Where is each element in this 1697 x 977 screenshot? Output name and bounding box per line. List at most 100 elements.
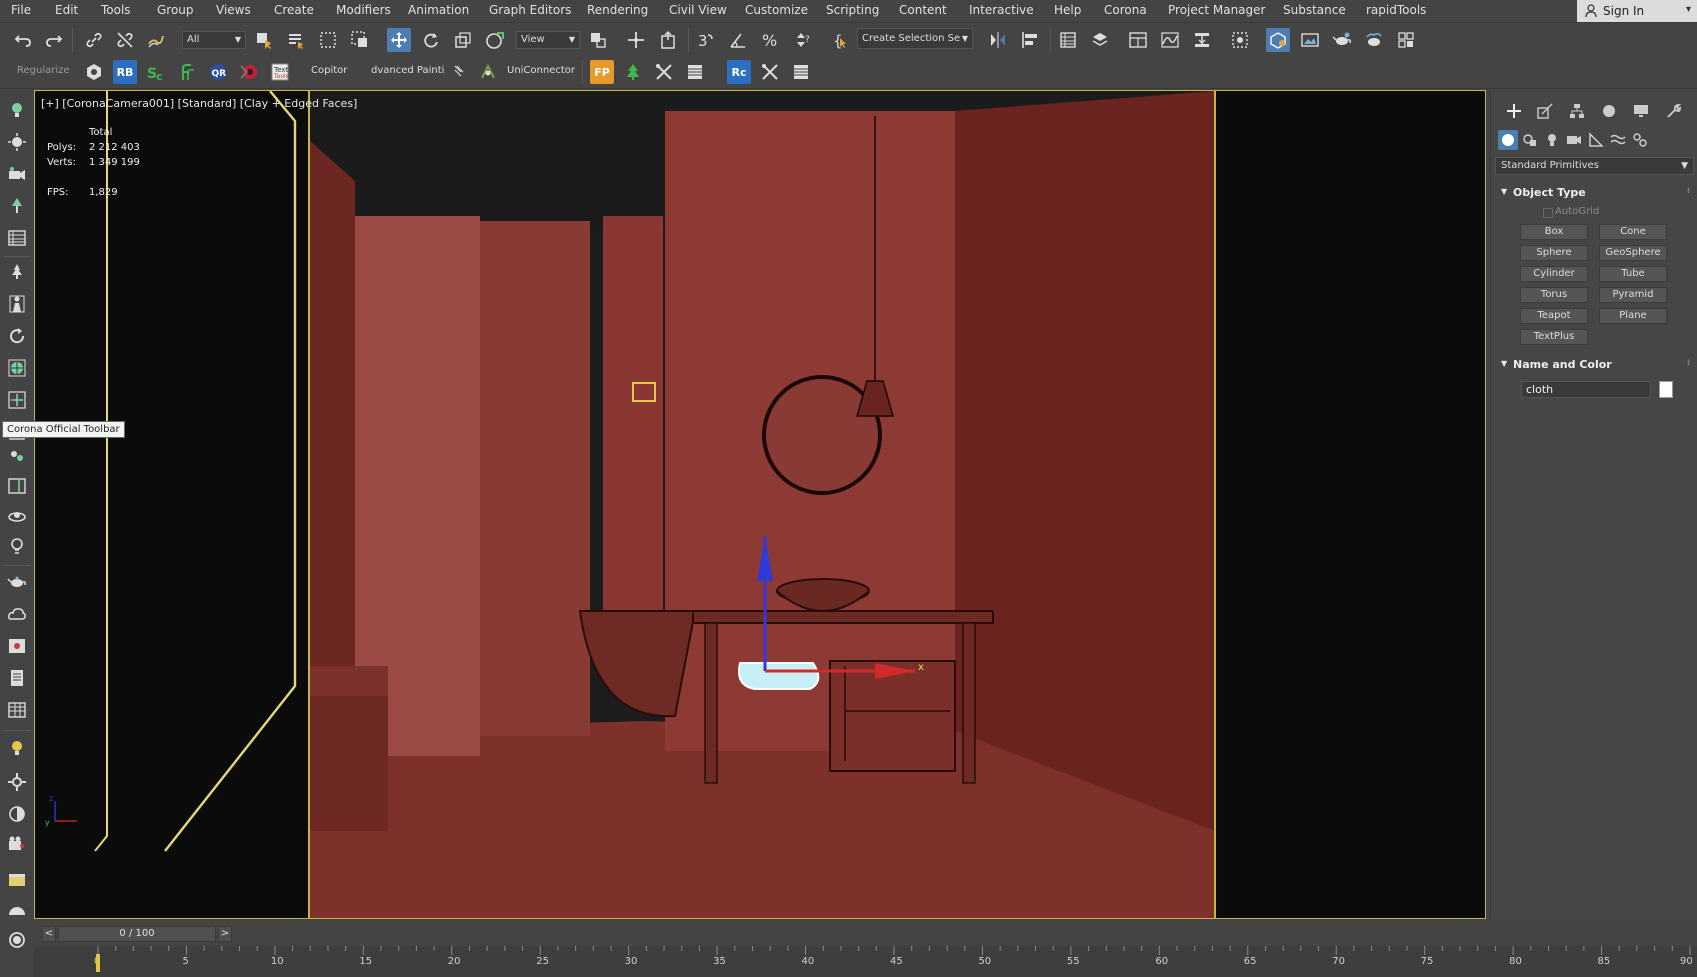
text-tools-button[interactable]: Text Tools (268, 60, 292, 84)
window-crossing-button[interactable] (348, 28, 372, 52)
utilities-tab[interactable] (1662, 100, 1684, 122)
box-button[interactable]: Box (1520, 224, 1588, 240)
frame-window-button[interactable] (5, 868, 29, 892)
reference-coordinate-dropdown[interactable]: View ▼ (516, 31, 580, 49)
light-lister-button[interactable] (5, 98, 29, 122)
name-and-color-rollout[interactable]: ▼ Name and Color ⁞ (1495, 356, 1694, 374)
pyramid-button[interactable]: Pyramid (1599, 287, 1667, 303)
teapot-button[interactable]: Teapot (1520, 308, 1588, 324)
group-tool-button[interactable] (5, 444, 29, 468)
cylinder-button[interactable]: Cylinder (1520, 266, 1588, 282)
sun-button[interactable] (5, 130, 29, 154)
scatter-button[interactable] (5, 194, 29, 218)
menu-corona[interactable]: Corona (1104, 3, 1147, 17)
systems-category[interactable] (1630, 130, 1650, 150)
floor-generator-button[interactable] (175, 60, 199, 84)
globe-tool-button[interactable] (5, 356, 29, 380)
cone-button[interactable]: Cone (1599, 224, 1667, 240)
menu-animation[interactable]: Animation (408, 3, 469, 17)
unlink-button[interactable] (113, 28, 137, 52)
light-tool-button[interactable] (5, 534, 29, 558)
orbit-button[interactable] (5, 504, 29, 528)
geosphere-button[interactable]: GeoSphere (1599, 245, 1667, 261)
percent-snap-button[interactable]: % (758, 28, 782, 52)
camera-viewport[interactable]: x z y [+] [CoronaCamera001] [Standard] [… (34, 90, 1486, 919)
menu-create[interactable]: Create (274, 3, 314, 17)
angle-snap-button[interactable] (726, 28, 750, 52)
viewport-layout-button[interactable] (5, 474, 29, 498)
toggle-ribbon-button[interactable] (1126, 28, 1150, 52)
shapes-category[interactable] (1520, 130, 1540, 150)
uniconnector-label[interactable]: UniConnector (507, 65, 575, 76)
place-button[interactable] (483, 28, 507, 52)
object-color-swatch[interactable] (1659, 381, 1673, 398)
menu-views[interactable]: Views (216, 3, 251, 17)
uniconnector-button[interactable] (476, 60, 500, 84)
rb-button[interactable]: RB (113, 60, 137, 84)
tube-button[interactable]: Tube (1599, 266, 1667, 282)
notes-button[interactable] (5, 666, 29, 690)
sign-in-button[interactable]: Sign In ▾ (1577, 0, 1697, 22)
corona-converter-button[interactable] (82, 60, 106, 84)
previous-frame-button[interactable]: < (42, 926, 56, 942)
forest-pack-button[interactable] (621, 60, 645, 84)
menu-interactive[interactable]: Interactive (969, 3, 1034, 17)
snaps-toggle-button[interactable]: 3 (694, 28, 718, 52)
menu-content[interactable]: Content (899, 3, 947, 17)
select-by-name-button[interactable] (284, 28, 308, 52)
menu-civil-view[interactable]: Civil View (669, 3, 727, 17)
camera-button[interactable] (5, 162, 29, 186)
object-type-rollout[interactable]: ▼ Object Type ⁞ (1495, 184, 1694, 202)
geometry-category[interactable] (1498, 130, 1518, 150)
list-tool-button[interactable] (683, 60, 707, 84)
redo-button[interactable] (42, 28, 66, 52)
menu-substance[interactable]: Substance (1283, 3, 1346, 17)
contrast-button[interactable] (5, 802, 29, 826)
menu-modifiers[interactable]: Modifiers (336, 3, 391, 17)
menu-edit[interactable]: Edit (55, 3, 78, 17)
sphere-button[interactable]: Sphere (1520, 245, 1588, 261)
corona-toolbar-button[interactable] (237, 60, 261, 84)
rendered-frame-window-button[interactable] (1298, 28, 1322, 52)
select-and-scale-button[interactable] (451, 28, 475, 52)
spreadsheet-button[interactable] (5, 698, 29, 722)
layer-manager-button[interactable] (5, 226, 29, 250)
regularize-label[interactable]: Regularize (17, 65, 70, 76)
hierarchy-tab[interactable] (1566, 100, 1588, 122)
menu-group[interactable]: Group (157, 3, 194, 17)
time-slider[interactable]: 0 / 100 (58, 926, 216, 942)
menu-scripting[interactable]: Scripting (826, 3, 879, 17)
refresh-tool-button[interactable] (5, 324, 29, 348)
keyboard-shortcut-toggle-button[interactable] (656, 28, 680, 52)
display-tab[interactable] (1630, 100, 1652, 122)
spinner-snap-button[interactable]: ? (790, 28, 814, 52)
figure-button[interactable] (5, 292, 29, 316)
menu-help[interactable]: Help (1054, 3, 1081, 17)
schematic-view-button[interactable] (1190, 28, 1214, 52)
edit-named-selection-button[interactable]: { (829, 28, 853, 52)
mirror-button[interactable] (986, 28, 1010, 52)
primitive-category-dropdown[interactable]: Standard Primitives ▼ (1495, 157, 1694, 175)
align-button[interactable] (1018, 28, 1042, 52)
render-settings-button[interactable] (5, 770, 29, 794)
render-setup-button[interactable] (1266, 28, 1290, 52)
material-editor-button[interactable] (1228, 28, 1252, 52)
teapot-button[interactable] (5, 570, 29, 594)
menu-file[interactable]: File (11, 3, 31, 17)
link-button[interactable] (82, 28, 106, 52)
undo-button[interactable] (11, 28, 35, 52)
render-production-button[interactable] (1330, 28, 1354, 52)
align-view-button[interactable] (5, 388, 29, 412)
railclone-tools-button[interactable] (758, 60, 782, 84)
scene-explorer-button[interactable] (1056, 28, 1080, 52)
copitor-label[interactable]: Copitor (311, 65, 347, 76)
menu-project-manager[interactable]: Project Manager (1168, 3, 1265, 17)
fp-button[interactable]: FP (590, 60, 614, 84)
rect-selection-region-button[interactable] (316, 28, 340, 52)
sphere-button[interactable] (5, 928, 29, 952)
menu-customize[interactable]: Customize (745, 3, 808, 17)
tree-tool-button[interactable] (5, 260, 29, 284)
advanced-painter-label[interactable]: dvanced Painti (371, 65, 444, 76)
render-camera-button[interactable] (5, 832, 29, 856)
select-and-rotate-button[interactable] (419, 28, 443, 52)
